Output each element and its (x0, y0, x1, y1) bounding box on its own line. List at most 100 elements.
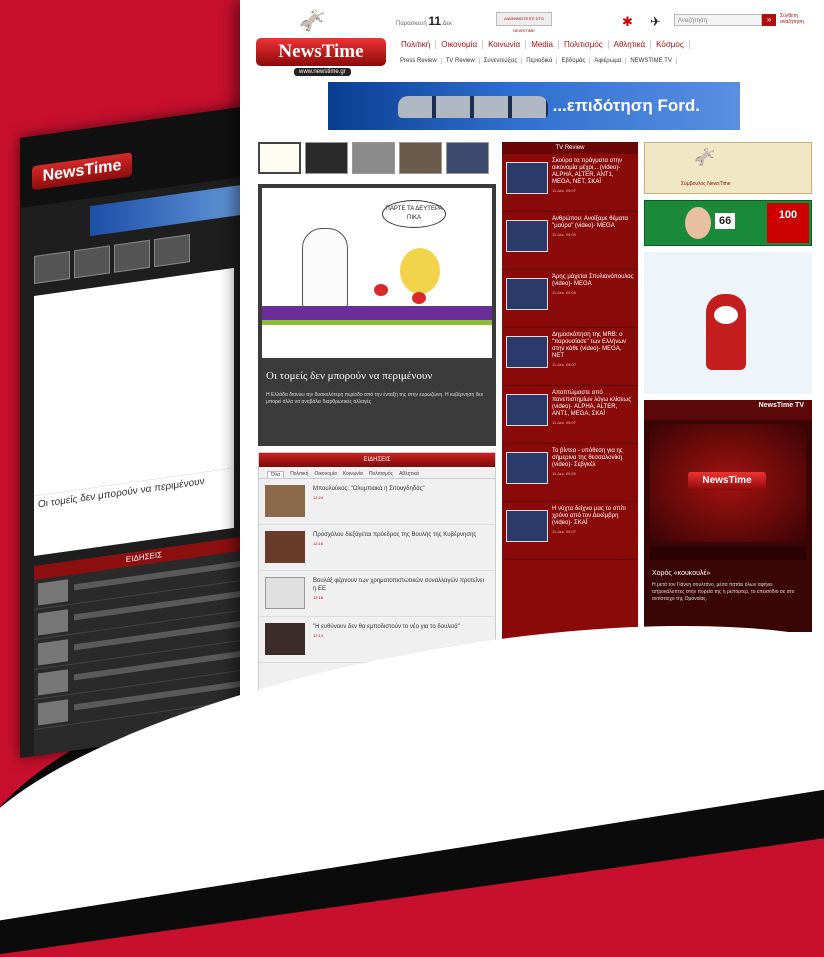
feature-thumbnails (258, 142, 489, 174)
tv-time: 11.Δεκ. 09:05 (552, 290, 576, 295)
subnav-item[interactable]: Συνεντεύξεις (480, 58, 523, 64)
subnav-item[interactable]: TV Review (442, 58, 480, 64)
tv-thumbnail (506, 336, 548, 368)
news-tab[interactable]: Αθλητικά (399, 471, 419, 478)
feature-thumbnail[interactable] (352, 142, 395, 174)
bird-icon[interactable]: ✈ (650, 14, 661, 30)
tv-title: Ανθρώπου: Ανοίξαμε θέματα "μαύρα" (video… (552, 216, 628, 229)
news-thumbnail (265, 531, 305, 563)
nav-item[interactable]: Κοινωνία (483, 40, 527, 49)
subnav-item[interactable]: Press Review (396, 58, 442, 64)
feature-cartoon-image: ΠΑΡΤΕ ΤΑ ΔΕΥΤΕΡΑ ΠΙΚΑ (262, 188, 492, 358)
tv-time: 11.Δεκ. 09:07 (552, 188, 576, 193)
video-logo: NewsTime (688, 472, 766, 490)
tv-review-item[interactable]: Σκούρα τα πράγματα στην οικονομία μέχρι.… (502, 154, 638, 212)
tv-review-item[interactable]: Ανθρώπου: Ανοίξαμε θέματα "μαύρα" (video… (502, 212, 638, 270)
news-time: 12:14 (313, 633, 324, 638)
tv-player-header: NewsTime TV (644, 400, 812, 420)
feature-story[interactable]: ΠΑΡΤΕ ΤΑ ΔΕΥΤΕΡΑ ΠΙΚΑ ▶ Οι τομείς δεν μπ… (258, 184, 496, 446)
advanced-search-link[interactable]: Σύνθετη αναζήτηση (780, 13, 820, 25)
tv-review-item[interactable]: Δημοσκόπηση της MRB: ο "παρουσίασε" των … (502, 328, 638, 386)
play-icon[interactable]: ▶ (485, 186, 492, 197)
speech-bubble: ΠΑΡΤΕ ΤΑ ΔΕΥΤΕΡΑ ΠΙΚΑ (382, 200, 446, 228)
christmas-ad[interactable] (644, 252, 812, 394)
news-item[interactable]: Προσχόλου διεξάγεται πρόεδρος της Βουλής… (259, 525, 495, 571)
nav-item[interactable]: Κόσμος (651, 40, 690, 49)
donkey-mascot-icon: 🫏 (298, 8, 326, 33)
back-thumb (74, 245, 110, 279)
news-thumbnail (265, 485, 305, 517)
logo-wordmark: NewsTime (256, 38, 386, 66)
video-controls[interactable] (650, 546, 806, 560)
news-tab[interactable]: Οικονομία (314, 471, 336, 478)
feature-thumbnail[interactable] (446, 142, 489, 174)
tv-title: Δημοσκόπηση της MRB: ο "παρουσίασε" των … (552, 332, 627, 359)
nav-item[interactable]: Οικονομία (436, 40, 484, 49)
search-input[interactable]: Αναζήτηση (674, 14, 762, 26)
date-display: Παρασκευή 11 Δεκ (396, 14, 452, 28)
feature-thumbnail[interactable] (305, 142, 348, 174)
subnav-item[interactable]: NEWSTIME TV (626, 58, 677, 64)
subnav-item[interactable]: Περιοδικά (522, 58, 558, 64)
tv-time: 11.Δεκ. 09:00 (552, 232, 576, 237)
date-day: 11 (428, 14, 442, 28)
news-item[interactable]: Μπουλούκος: "Ολυμπιακά η Σπουγδηδάς" 12:2… (259, 479, 495, 525)
tv-title: Το βίντεο - υπόθεση για ης σήμερινα της … (552, 448, 623, 468)
news-tab[interactable]: Κοινωνία (343, 471, 363, 478)
tv-review-item[interactable]: Αποπτώμαστε από πανεπιστημίων λόγω κλίσε… (502, 386, 638, 444)
news-thumbnail (265, 623, 305, 655)
news-tabs: Όλα Πολιτική Οικονομία Κοινωνία Πολιτισμ… (259, 467, 495, 479)
search-button[interactable]: » (762, 14, 776, 26)
news-tab[interactable]: Πολιτισμός (369, 471, 393, 478)
tv-thumbnail (506, 452, 548, 484)
tv-time: 11.Δεκ. 09:07 (552, 529, 576, 534)
subnav-item[interactable]: Αφιέρωμα (590, 58, 627, 64)
nav-item[interactable]: Αθλητικά (609, 40, 652, 49)
news-time: 12:24 (313, 495, 324, 500)
promo-text: Σύμβουλος NewsTime (681, 181, 731, 187)
nav-item[interactable]: Πολιτισμός (559, 40, 609, 49)
back-page-cartoon (34, 267, 234, 497)
front-page: 🫏 NewsTime www.newstime.gr Παρασκευή 11 … (240, 0, 824, 730)
nav-item[interactable]: Media (526, 40, 559, 49)
tv-title: Σκούρα τα πράγματα στην οικονομία μέχρι.… (552, 158, 623, 185)
news-time: 12:16 (313, 541, 324, 546)
tv-time: 11.Δεκ. 09:00 (552, 471, 576, 476)
rss-icon[interactable]: ✱ (622, 14, 633, 30)
video-screen[interactable]: NewsTime (650, 424, 806, 542)
back-thumb (34, 250, 70, 285)
tv-thumbnail (506, 220, 548, 252)
back-page-logo: NewsTime (32, 152, 132, 191)
site-logo[interactable]: 🫏 NewsTime www.newstime.gr (256, 8, 386, 76)
tv-title: Αποπτώμαστε από πανεπιστημίων λόγω κλίσε… (552, 390, 632, 417)
date-weekday: Παρασκευή (396, 21, 427, 27)
subnav-item[interactable]: Εβδομάς (557, 58, 591, 64)
tv-thumbnail (506, 394, 548, 426)
news-time: 12:18 (313, 595, 324, 600)
tv-title: Άρης μάχεται Σπυλιανόπουλος (video)- MEG… (552, 274, 634, 287)
newstime-promo-banner[interactable]: 🫏 Σύμβουλος NewsTime (644, 142, 812, 194)
ford-ad-banner[interactable]: ...επιδότηση Ford. (328, 82, 740, 130)
video-description: Η μετά τον Γιάννη σουλτάνο, μέσα πατάει … (652, 582, 795, 602)
video-title[interactable]: Χορός «κουκουλέ» (652, 570, 710, 577)
news-tab[interactable]: Όλα (267, 471, 285, 478)
advertise-link[interactable]: ΔΙΑΦΗΜΙΣΤΕΙΤΕ ΣΤΟ NEWSTIME (496, 12, 552, 33)
poll-banner[interactable]: 66 100 (644, 200, 812, 246)
primary-nav: Πολιτική Οικονομία Κοινωνία Media Πολιτι… (396, 40, 690, 49)
news-title: "Η ευθύνουν δεν θα εμποδιστούν το νέο γι… (313, 624, 460, 630)
news-item[interactable]: Βουλάξ φέρνουν των χρηματοπιστωτικών συν… (259, 571, 495, 617)
tv-review-item[interactable]: Η νύχτα δείχνει μας το σπίτι χρόνο από τ… (502, 502, 638, 560)
news-title: Βουλάξ φέρνουν των χρηματοπιστωτικών συν… (313, 578, 485, 592)
feature-title[interactable]: Οι τομείς δεν μπορούν να περιμένουν (266, 370, 488, 382)
news-tab[interactable]: Πολιτική (290, 471, 308, 478)
tv-review-item[interactable]: Το βίντεο - υπόθεση για ης σήμερινα της … (502, 444, 638, 502)
ad-text: ...επιδότηση Ford. (552, 96, 700, 115)
nav-item[interactable]: Πολιτική (396, 40, 437, 49)
newstime-tv-player: NewsTime TV NewsTime Χορός «κουκουλέ» Η … (644, 400, 812, 632)
tv-thumbnail (506, 510, 548, 542)
feature-thumbnail[interactable] (399, 142, 442, 174)
feature-thumbnail[interactable] (258, 142, 301, 174)
feature-description: Η Ελλάδα διανύει την δυσκολότερη περίοδο… (266, 392, 484, 405)
news-header: ΕΙΔΗΣΕΙΣ (259, 453, 495, 467)
tv-review-item[interactable]: Άρης μάχεται Σπυλιανόπουλος (video)- MEG… (502, 270, 638, 328)
